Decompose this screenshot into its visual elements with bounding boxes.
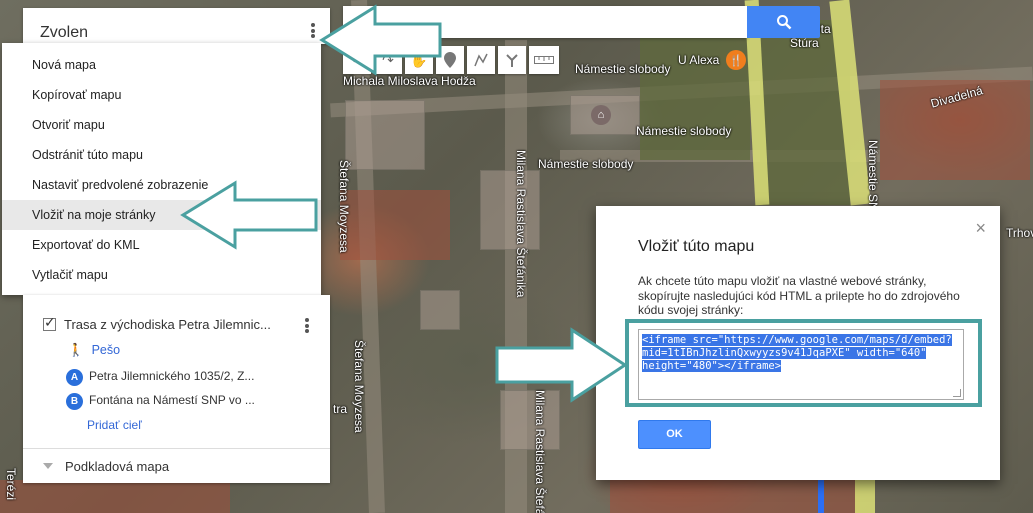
menu-item-delete-map[interactable]: Odstrániť túto mapu (2, 140, 321, 170)
ok-button[interactable]: OK (638, 420, 711, 449)
map-label: Štúra (790, 36, 819, 50)
annotation-arrow-icon (180, 180, 318, 250)
map-label: Terézi (4, 468, 18, 501)
route-point-b-label: Fontána na Námestí SNP vo ... (89, 393, 255, 407)
map-title-card: Zvolen (23, 8, 330, 44)
draw-line-icon[interactable] (467, 46, 495, 74)
layer-name[interactable]: Trasa z východiska Petra Jilemnic... (64, 317, 271, 332)
layer-panel: Trasa z východiska Petra Jilemnic... 🚶 Pe… (23, 295, 330, 483)
ruler-icon[interactable] (529, 46, 559, 74)
more-options-icon[interactable] (310, 22, 316, 40)
close-icon[interactable]: × (975, 218, 986, 239)
map-label: Michala Miloslava Hodža (343, 74, 476, 88)
layer-header: Trasa z východiska Petra Jilemnic... (43, 314, 271, 332)
restaurant-icon[interactable]: 🍴 (726, 50, 746, 70)
map-label: Milana Rastislava Štefánika (514, 150, 528, 298)
museum-icon[interactable]: ⌂ (591, 105, 611, 125)
route-point-b[interactable]: B Fontána na Námestí SNP vo ... (66, 393, 255, 410)
map-title[interactable]: Zvolen (40, 24, 88, 42)
marker-b-icon: B (66, 393, 83, 410)
dialog-description: Ak chcete túto mapu vložiť na vlastné we… (638, 274, 960, 317)
route-point-a[interactable]: A Petra Jilemnického 1035/2, Z... (66, 369, 254, 386)
route-point-a-label: Petra Jilemnického 1035/2, Z... (89, 369, 255, 383)
annotation-arrow-icon (319, 4, 442, 76)
menu-item-open-map[interactable]: Otvoriť mapu (2, 110, 321, 140)
layer-visibility-checkbox[interactable] (43, 314, 56, 331)
map-options-menu: Nová mapa Kopírovať mapu Otvoriť mapu Od… (2, 43, 321, 295)
map-label: Námestie slobody (636, 124, 732, 138)
map-label: Milana Rastislava Štefánika (533, 390, 547, 513)
embed-code-highlight (625, 319, 982, 407)
travel-mode-label: Pešo (91, 343, 121, 357)
layer-options-icon[interactable] (304, 317, 310, 335)
add-destination-link[interactable]: Pridať cieľ (87, 418, 142, 432)
dialog-title: Vložiť túto mapu (638, 238, 755, 255)
map-label: Námestie slobody (538, 157, 634, 171)
marker-a-icon: A (66, 369, 83, 386)
base-map-row[interactable]: Podkladová mapa (43, 459, 169, 474)
map-label: tra (333, 402, 348, 416)
base-map-label: Podkladová mapa (65, 459, 170, 474)
map-label: U Alexa (678, 53, 720, 67)
menu-item-copy-map[interactable]: Kopírovať mapu (2, 80, 321, 110)
search-button[interactable] (747, 6, 820, 38)
divider (23, 448, 330, 449)
annotation-arrow-icon (495, 327, 628, 403)
menu-item-print-map[interactable]: Vytlačiť mapu (2, 260, 321, 290)
map-label: Štefana Moyzesa (337, 160, 351, 253)
menu-item-new-map[interactable]: Nová mapa (2, 50, 321, 80)
map-label: Námestie slobody (575, 62, 671, 76)
walking-icon: 🚶 (68, 343, 84, 357)
chevron-down-icon[interactable] (43, 463, 53, 469)
travel-mode[interactable]: 🚶 Pešo (68, 343, 120, 358)
directions-icon[interactable] (498, 46, 526, 74)
map-label: Trhov (1006, 226, 1033, 240)
search-icon (776, 15, 791, 30)
map-label: Štefana Moyzesa (352, 340, 366, 433)
